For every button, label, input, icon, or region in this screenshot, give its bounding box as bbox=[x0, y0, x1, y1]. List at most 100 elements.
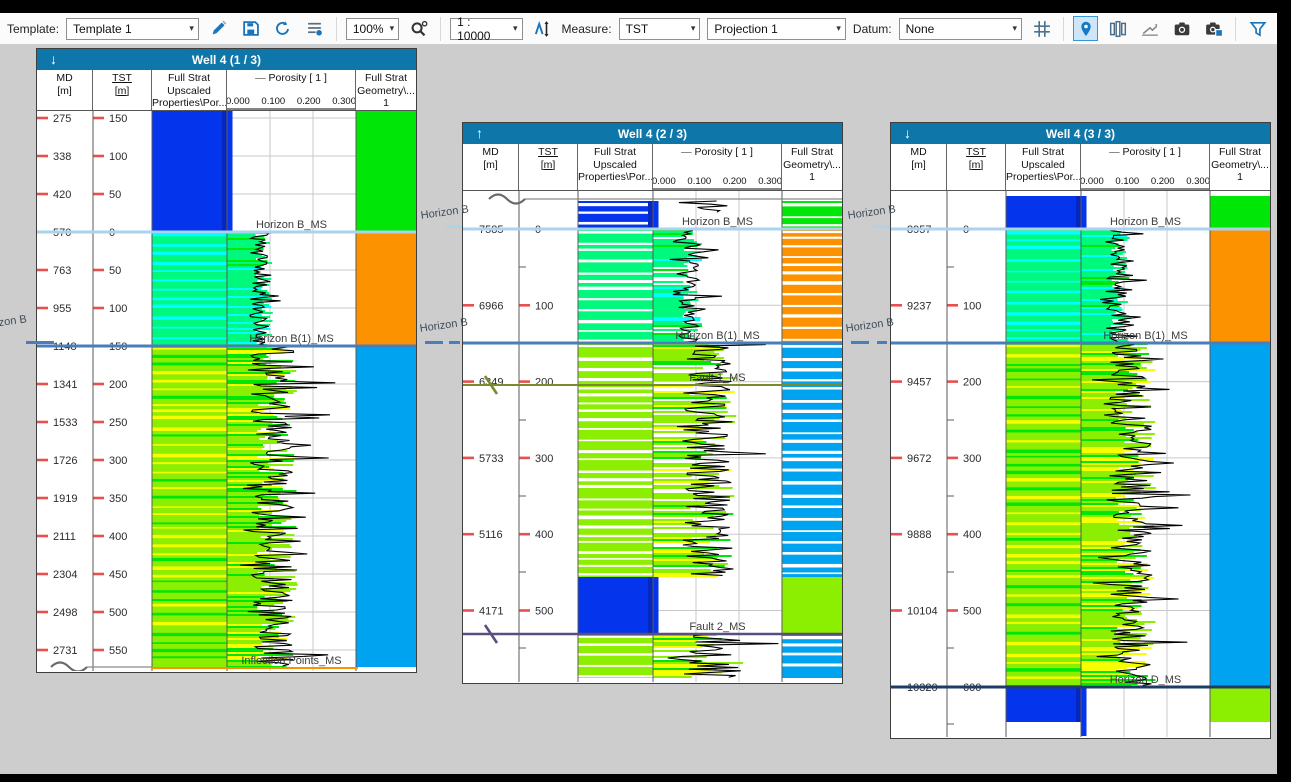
svg-text:4171: 4171 bbox=[479, 606, 503, 618]
chevron-down-icon: ▾ bbox=[390, 23, 395, 34]
porosity-legend-line: — bbox=[681, 146, 692, 158]
well-panel-2: ↑ Well 4 (2 / 3)MD[m]TST[m]Full StratUps… bbox=[462, 122, 843, 684]
projection-dropdown-value: Projection 1 bbox=[714, 22, 777, 36]
snapshot-icon[interactable] bbox=[1169, 16, 1194, 41]
log-tracks[interactable]: 7585069661006349200573330051164004171500… bbox=[463, 191, 842, 682]
horizon-label: Horizon D_MS bbox=[1110, 674, 1182, 686]
svg-text:500: 500 bbox=[963, 606, 981, 618]
svg-text:2304: 2304 bbox=[53, 569, 77, 581]
svg-text:400: 400 bbox=[535, 529, 553, 541]
projection-dropdown[interactable]: Projection 1 ▾ bbox=[707, 18, 846, 40]
svg-text:338: 338 bbox=[53, 151, 71, 163]
svg-text:100: 100 bbox=[535, 300, 553, 312]
well-direction-arrow: ↓ bbox=[904, 123, 911, 144]
svg-text:1341: 1341 bbox=[53, 379, 77, 391]
datum-dropdown-value: None bbox=[906, 22, 935, 36]
log-tracks[interactable]: 2751503381004205057007635095510011481501… bbox=[37, 111, 416, 671]
toolbar-separator bbox=[440, 17, 441, 41]
porosity-axis-ticks: 0.0000.1000.2000.300 bbox=[1081, 176, 1210, 187]
svg-text:2498: 2498 bbox=[53, 607, 77, 619]
template-dropdown[interactable]: Template 1 ▾ bbox=[66, 18, 199, 40]
chevron-down-icon: ▾ bbox=[1012, 23, 1017, 34]
svg-text:955: 955 bbox=[53, 303, 71, 315]
track-column-headers: MD[m]TST[m]Full StratUpscaledProperties\… bbox=[37, 70, 416, 111]
svg-text:1726: 1726 bbox=[53, 455, 77, 467]
measure-dropdown-value: TST bbox=[626, 22, 649, 36]
datum-dropdown[interactable]: None ▾ bbox=[899, 18, 1022, 40]
horizon-label: Inflection Points_MS bbox=[241, 655, 341, 667]
column-header-tst[interactable]: TST[m] bbox=[93, 70, 152, 110]
measure-label: Measure: bbox=[562, 22, 612, 36]
chevron-down-icon: ▾ bbox=[691, 23, 696, 34]
column-header-upscaled[interactable]: Full StratUpscaledProperties\Por... bbox=[152, 70, 227, 110]
svg-text:550: 550 bbox=[109, 645, 127, 657]
zoom-dropdown[interactable]: 100% ▾ bbox=[346, 18, 399, 40]
column-header-md[interactable]: MD[m] bbox=[463, 144, 519, 190]
svg-text:2111: 2111 bbox=[53, 531, 76, 543]
svg-text:100: 100 bbox=[109, 151, 127, 163]
svg-text:350: 350 bbox=[109, 493, 127, 505]
column-header-md[interactable]: MD[m] bbox=[891, 144, 947, 190]
horizon-line-segment bbox=[26, 341, 54, 344]
column-header-md[interactable]: MD[m] bbox=[37, 70, 93, 110]
columns-icon[interactable] bbox=[1105, 16, 1130, 41]
snapshot-settings-icon[interactable] bbox=[1201, 16, 1226, 41]
porosity-axis-line bbox=[227, 108, 355, 110]
log-tracks[interactable]: 8957092371009457200967230098884001010450… bbox=[891, 191, 1270, 737]
trend-icon[interactable] bbox=[1137, 16, 1162, 41]
screen-edge-right bbox=[1277, 0, 1291, 782]
zoom-settings-icon[interactable] bbox=[406, 16, 431, 41]
edit-template-icon[interactable] bbox=[206, 16, 231, 41]
porosity-axis-line bbox=[1081, 188, 1209, 190]
column-header-porosity[interactable]: — Porosity [ 1 ] 0.0000.1000.2000.300 bbox=[227, 70, 356, 110]
column-header-geometry[interactable]: Full StratGeometry\...1 bbox=[782, 144, 842, 190]
porosity-axis-line bbox=[653, 188, 781, 190]
svg-text:400: 400 bbox=[963, 529, 981, 541]
well-title: Well 4 (1 / 3) bbox=[37, 53, 416, 67]
refresh-icon[interactable] bbox=[270, 16, 295, 41]
scale-dropdown[interactable]: 1 : 10000 ▾ bbox=[450, 18, 522, 40]
well-header[interactable]: ↑ Well 4 (2 / 3) bbox=[463, 123, 842, 144]
svg-text:420: 420 bbox=[53, 189, 71, 201]
wellhead-pin-icon[interactable] bbox=[1073, 16, 1098, 41]
log-settings-icon[interactable] bbox=[302, 16, 327, 41]
column-header-geometry[interactable]: Full StratGeometry\...1 bbox=[1210, 144, 1270, 190]
template-label: Template: bbox=[7, 22, 59, 36]
horizon-label: Horizon B(1)_MS bbox=[249, 333, 333, 345]
well-header[interactable]: ↓ Well 4 (3 / 3) bbox=[891, 123, 1270, 144]
well-header[interactable]: ↓ Well 4 (1 / 3) bbox=[37, 49, 416, 70]
svg-text:200: 200 bbox=[535, 377, 553, 389]
svg-text:5116: 5116 bbox=[479, 529, 503, 541]
toolbar-separator bbox=[1063, 17, 1064, 41]
grid-icon[interactable] bbox=[1029, 16, 1054, 41]
horizon-label: Horizon B_MS bbox=[682, 216, 753, 228]
measure-dropdown[interactable]: TST ▾ bbox=[619, 18, 701, 40]
vertical-scale-icon[interactable] bbox=[530, 16, 555, 41]
svg-text:6966: 6966 bbox=[479, 300, 503, 312]
svg-text:275: 275 bbox=[53, 113, 71, 125]
porosity-axis-ticks: 0.0000.1000.2000.300 bbox=[227, 96, 356, 107]
column-header-upscaled[interactable]: Full StratUpscaledProperties\Por... bbox=[1006, 144, 1081, 190]
horizon-label: Horizon B_MS bbox=[1110, 216, 1181, 228]
track-column-headers: MD[m]TST[m]Full StratUpscaledProperties\… bbox=[463, 144, 842, 191]
horizon-ext-label: Horizon B bbox=[845, 316, 894, 335]
toolbar-separator bbox=[1235, 17, 1236, 41]
column-header-geometry[interactable]: Full StratGeometry\...1 bbox=[356, 70, 416, 110]
column-header-tst[interactable]: TST[m] bbox=[519, 144, 578, 190]
svg-text:5733: 5733 bbox=[479, 453, 503, 465]
svg-text:9457: 9457 bbox=[907, 377, 931, 389]
filter-icon[interactable] bbox=[1245, 16, 1270, 41]
horizon-line-segment bbox=[446, 225, 462, 228]
column-header-porosity[interactable]: — Porosity [ 1 ] 0.0000.1000.2000.300 bbox=[653, 144, 782, 190]
save-icon[interactable] bbox=[238, 16, 263, 41]
column-header-porosity[interactable]: — Porosity [ 1 ] 0.0000.1000.2000.300 bbox=[1081, 144, 1210, 190]
column-header-upscaled[interactable]: Full StratUpscaledProperties\Por... bbox=[578, 144, 653, 190]
horizon-label: Fault 2_MS bbox=[689, 621, 745, 633]
well-direction-arrow: ↓ bbox=[50, 49, 57, 70]
horizon-line-segment bbox=[449, 341, 460, 344]
svg-text:300: 300 bbox=[109, 455, 127, 467]
horizon-line-segment bbox=[873, 225, 889, 228]
column-header-tst[interactable]: TST[m] bbox=[947, 144, 1006, 190]
well-title: Well 4 (2 / 3) bbox=[463, 127, 842, 141]
zoom-dropdown-value: 100% bbox=[353, 22, 384, 36]
